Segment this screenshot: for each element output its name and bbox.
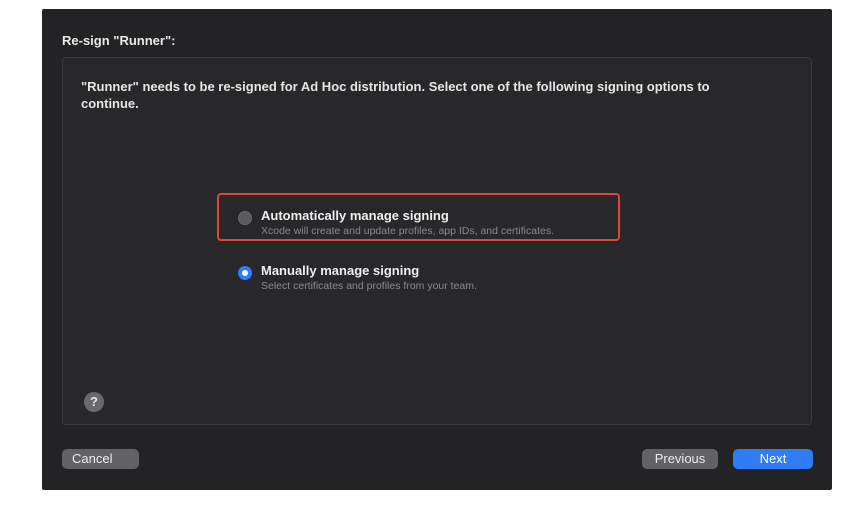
option-label: Manually manage signing xyxy=(261,263,420,278)
cancel-button[interactable]: Cancel xyxy=(62,449,139,469)
next-button[interactable]: Next xyxy=(733,449,813,469)
dialog-title: Re-sign "Runner": xyxy=(62,33,176,48)
radio-automatic-signing[interactable] xyxy=(238,211,252,225)
intro-text: "Runner" needs to be re-signed for Ad Ho… xyxy=(81,79,710,111)
option-description: Xcode will create and update profiles, a… xyxy=(261,225,554,237)
previous-button[interactable]: Previous xyxy=(642,449,718,469)
radio-selected-dot xyxy=(242,270,248,276)
content-panel: "Runner" needs to be re-signed for Ad Ho… xyxy=(62,57,812,425)
question-mark-icon[interactable]: ? xyxy=(84,392,104,412)
option-label: Automatically manage signing xyxy=(261,208,449,223)
option-description: Select certificates and profiles from yo… xyxy=(261,280,477,292)
radio-manual-signing[interactable] xyxy=(238,266,252,280)
resign-dialog: Re-sign "Runner": "Runner" needs to be r… xyxy=(42,9,832,490)
